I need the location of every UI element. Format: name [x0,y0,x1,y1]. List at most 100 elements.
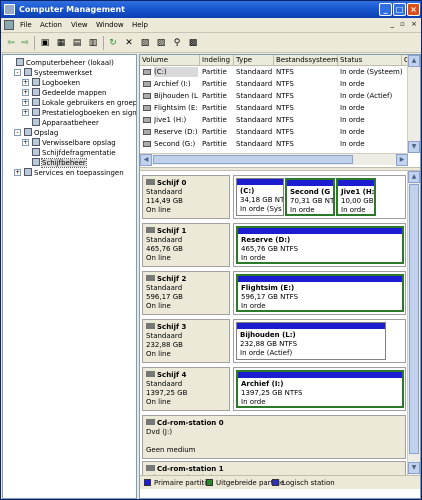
menu-help[interactable]: Help [132,21,148,29]
column-header-3[interactable]: Bestandssysteem [274,55,338,66]
tree-item-11[interactable]: Services en toepassingen [24,168,124,178]
disk-header[interactable]: Schijf 0 Standaard 114,49 GB On line [142,175,230,219]
partition-block[interactable]: Reserve (D:) 465,76 GB NTFS In orde [236,226,404,264]
scroll-down-icon[interactable]: ▼ [408,141,420,153]
column-header-0[interactable]: Volume [140,55,200,66]
scroll-up-icon[interactable]: ▲ [408,55,420,67]
volume-list-scrollbar[interactable]: ▲ ▼ [407,55,420,153]
disk-name: Schijf 1 [146,227,226,236]
tree-item-7[interactable]: Opslag [24,128,58,138]
graph-scroll-thumb[interactable] [409,184,419,454]
volume-cell: In orde [340,140,365,148]
paste-icon[interactable]: ▧ [139,37,151,49]
partition-block[interactable]: Bijhouden (L:) 232,88 GB NTFS In orde (Act… [236,322,386,360]
tree-item-2[interactable]: Logboeken [32,78,80,88]
volume-row[interactable]: Flightsim (E:) Partitie Standaard NTFS In or… [140,103,408,113]
show-hide-tree-icon[interactable]: ▦ [55,37,67,49]
column-header-4[interactable]: Status [338,55,402,66]
tree-expander-8[interactable]: + [22,139,29,146]
minimize-button[interactable]: _ [379,3,392,16]
volume-row[interactable]: Bijhouden (L:) Partitie StandaardNTFS In or… [140,91,408,101]
disk-icon [146,371,155,377]
tree-expander-4[interactable]: + [22,99,29,106]
partition-block[interactable]: Jive1 (H: 10,00 GB In orde [336,178,376,216]
tree-item-10[interactable]: Schijfbeheer [32,158,87,168]
partition-status: In orde [341,206,366,214]
partition-block[interactable]: Archief (I:) 1397,25 GB NTFS In orde [236,370,404,408]
volume-list-hscrollbar[interactable]: ◀ ▶ [140,153,408,166]
tree-item-1[interactable]: Systeemwerkset [24,68,92,78]
volume-cell: In orde [340,104,365,112]
volume-cell: Standaard [236,104,273,112]
export-icon[interactable]: ▥ [87,37,99,49]
volume-row[interactable]: Jive1 (H:) Partitie Standaard NTFS In orde [140,115,408,125]
back-icon[interactable]: ⇦ [5,37,17,49]
disk-row: Schijf 2 Standaard 596,17 GB On line Flights… [142,271,406,315]
maximize-button[interactable]: □ [393,3,406,16]
menu-view[interactable]: View [71,21,88,29]
forward-icon[interactable]: ⇨ [19,37,31,49]
tree-expander-3[interactable]: + [22,89,29,96]
disk-header[interactable]: Schijf 1 Standaard 465,76 GB On line [142,223,230,267]
volume-row[interactable]: Archief (I:) Partitie Standaard NTFS In orde [140,79,408,89]
mdi-window-controls[interactable]: _ ▫ × [390,20,419,28]
tree-expander-7[interactable]: - [14,129,21,136]
cdrom-header[interactable]: Cd-rom-station 1Cd-rom-station (K:) [142,461,406,475]
tree-item-9[interactable]: Schijfdefragmentatie [32,148,116,158]
tree-expander-1[interactable]: - [14,69,21,76]
column-header-1[interactable]: Indeling [200,55,234,66]
column-header-2[interactable]: Type [234,55,274,66]
tree-item-label: Systeemwerkset [34,69,93,77]
properties-icon[interactable]: ▤ [71,37,83,49]
primary-partition-bar [338,180,374,186]
partition-block[interactable]: (C:) 34,18 GB NT In orde (Sys [236,178,284,216]
cdrom-header[interactable]: Cd-rom-station 0 Dvd (J:) Geen medium [142,415,406,459]
tree-item-label: Computerbeheer (lokaal) [26,59,114,67]
volume-row[interactable]: (C:) Partitie Standaard NTFS In orde (Systee… [140,67,408,77]
disk-header[interactable]: Schijf 3 Standaard 232,88 GB On line [142,319,230,363]
tree-item-5[interactable]: Prestatielogboeken en signalen [32,108,136,118]
menu-file[interactable]: File [20,21,32,29]
volume-cell: Standaard [236,92,273,100]
tree-item-3[interactable]: Gedeelde mappen [32,88,106,98]
volume-cell: Partitie [202,128,227,136]
tree-item-label: Schijfdefragmentatie [42,149,116,157]
menu-window[interactable]: Window [96,21,124,29]
hscroll-thumb[interactable] [153,155,353,164]
close-button[interactable]: × [407,3,420,16]
tree-expander-2[interactable]: + [22,79,29,86]
zoom-icon[interactable]: ⚲ [171,37,183,49]
tree-item-4[interactable]: Lokale gebruikers en groepen [32,98,136,108]
graph-scrollbar[interactable]: ▲ ▼ [407,171,420,475]
menu-action[interactable]: Action [40,21,62,29]
disk-name-label: Schijf 1 [157,227,187,235]
partition-block[interactable]: Flightsim (E:) 596,17 GB NTFS In orde [236,274,404,312]
tree-item-8[interactable]: Verwisselbare opslag [32,138,116,148]
graph-scroll-down-icon[interactable]: ▼ [408,462,420,474]
tree-expander-11[interactable]: + [14,169,21,176]
grid-icon[interactable]: ▩ [187,37,199,49]
partition-status: In orde (Actief) [240,349,293,357]
volume-cell: Standaard [236,128,273,136]
disk-state: On line [146,302,171,310]
tree-node-icon [24,128,32,136]
refresh-icon[interactable]: ↻ [107,37,119,49]
graph-scroll-up-icon[interactable]: ▲ [408,171,420,183]
disk-row: Schijf 0 Standaard 114,49 GB On line (C:) 34,… [142,175,406,219]
partition-size: 232,88 GB NTFS [240,340,298,348]
up-icon[interactable]: ▣ [39,37,51,49]
disk-header[interactable]: Schijf 2 Standaard 596,17 GB On line [142,271,230,315]
delete-icon[interactable]: ✕ [123,37,135,49]
volume-row[interactable]: Reserve (D:) Partitie Standaard NTFS In orde [140,127,408,137]
tree-item-6[interactable]: Apparaatbeheer [32,118,99,128]
disk-partitions: Archief (I:) 1397,25 GB NTFS In orde [233,367,406,411]
disk-header[interactable]: Schijf 4 Standaard 1397,25 GB On line [142,367,230,411]
new-icon[interactable]: ▨ [155,37,167,49]
scroll-left-icon[interactable]: ◀ [140,154,152,166]
mmc-menu-icon[interactable] [4,20,14,30]
tree-expander-5[interactable]: + [22,109,29,116]
volume-row[interactable]: Second (G:) Partitie Standaard NTFS In orde [140,139,408,149]
tree-item-0[interactable]: Computerbeheer (lokaal) [16,58,114,68]
scroll-right-icon[interactable]: ▶ [396,154,408,166]
partition-block[interactable]: Second (G 70,31 GB NT In orde [285,178,335,216]
